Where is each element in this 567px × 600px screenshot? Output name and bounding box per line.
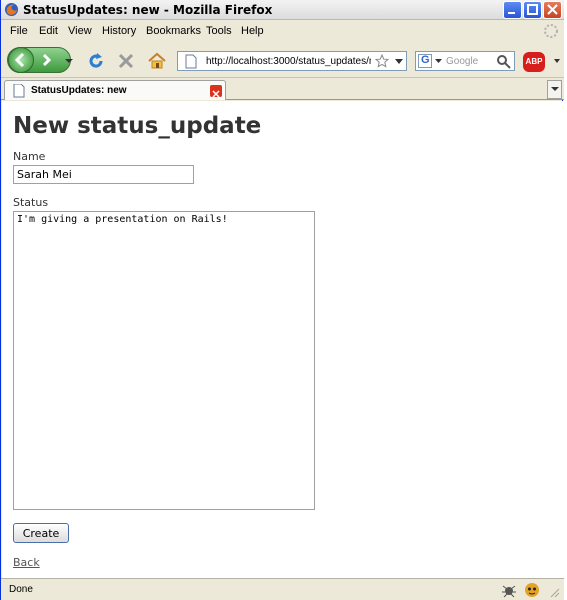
- maximize-icon: [527, 4, 538, 15]
- tab-statusupdates-new[interactable]: StatusUpdates: new: [4, 80, 226, 100]
- page-content: New status_update Name Status I'm giving…: [2, 101, 563, 578]
- maximize-button[interactable]: [523, 1, 542, 19]
- greasemonkey-icon[interactable]: [524, 582, 540, 598]
- tab-close-button[interactable]: [210, 85, 222, 98]
- navigation-toolbar: http://localhost:3000/status_updates/new…: [1, 42, 564, 78]
- engine-dropdown-icon[interactable]: [435, 59, 442, 64]
- page-icon: [185, 54, 197, 69]
- forward-arrow-icon: [42, 53, 52, 67]
- tab-label: StatusUpdates: new: [31, 85, 127, 96]
- adblock-button[interactable]: ABP: [523, 52, 545, 72]
- forward-button[interactable]: [38, 51, 56, 69]
- tab-list-dropdown-icon: [550, 87, 559, 91]
- back-link[interactable]: Back: [13, 556, 40, 569]
- home-icon[interactable]: [147, 51, 167, 71]
- name-field[interactable]: [13, 165, 194, 184]
- search-placeholder: Google: [446, 56, 479, 67]
- close-icon: [547, 4, 558, 15]
- back-button[interactable]: [8, 47, 34, 73]
- tab-list-button[interactable]: [547, 80, 562, 99]
- url-text: http://localhost:3000/status_updates/new: [206, 56, 371, 67]
- close-tab-icon: [212, 90, 220, 98]
- url-dropdown-icon[interactable]: [395, 59, 403, 65]
- minimize-button[interactable]: [503, 1, 522, 19]
- stop-icon[interactable]: [117, 52, 135, 70]
- menu-help[interactable]: Help: [241, 25, 264, 37]
- title-bar: StatusUpdates: new - Mozilla Firefox: [1, 0, 564, 20]
- tab-page-icon: [13, 84, 25, 98]
- create-button[interactable]: Create: [13, 523, 69, 543]
- status-text: Done: [9, 584, 33, 595]
- throbber-icon: [544, 24, 558, 38]
- window-title: StatusUpdates: new - Mozilla Firefox: [23, 3, 273, 17]
- menu-edit[interactable]: Edit: [39, 25, 58, 37]
- back-forward-group: [7, 47, 71, 73]
- menu-view[interactable]: View: [68, 25, 92, 37]
- firefox-icon: [4, 2, 19, 17]
- search-icon[interactable]: [496, 54, 511, 69]
- page-title: New status_update: [13, 113, 262, 139]
- url-bar[interactable]: http://localhost:3000/status_updates/new: [177, 51, 407, 71]
- back-arrow-icon: [14, 52, 25, 68]
- menu-tools[interactable]: Tools: [206, 25, 232, 37]
- browser-window: StatusUpdates: new - Mozilla Firefox Fil…: [0, 0, 564, 600]
- minimize-icon: [508, 12, 515, 14]
- addon-dropdown-icon[interactable]: [554, 59, 560, 64]
- menu-file[interactable]: File: [10, 25, 28, 37]
- name-label: Name: [13, 150, 46, 163]
- status-textarea[interactable]: I'm giving a presentation on Rails!: [13, 211, 315, 510]
- bug-icon[interactable]: [501, 582, 517, 598]
- status-label: Status: [13, 196, 49, 209]
- search-engine-icon[interactable]: G: [418, 54, 432, 68]
- status-bar: Done: [1, 578, 564, 600]
- menu-history[interactable]: History: [102, 25, 136, 37]
- bookmark-star-icon[interactable]: [375, 54, 389, 68]
- menu-bookmarks[interactable]: Bookmarks: [146, 25, 201, 37]
- resize-grip-icon[interactable]: [548, 586, 560, 598]
- reload-icon[interactable]: [87, 52, 105, 70]
- search-bar[interactable]: G Google: [415, 51, 515, 71]
- menu-bar: File Edit View History Bookmarks Tools H…: [1, 20, 564, 42]
- history-dropdown-icon[interactable]: [65, 57, 73, 65]
- tab-bar: StatusUpdates: new: [1, 78, 564, 100]
- close-window-button[interactable]: [543, 1, 562, 19]
